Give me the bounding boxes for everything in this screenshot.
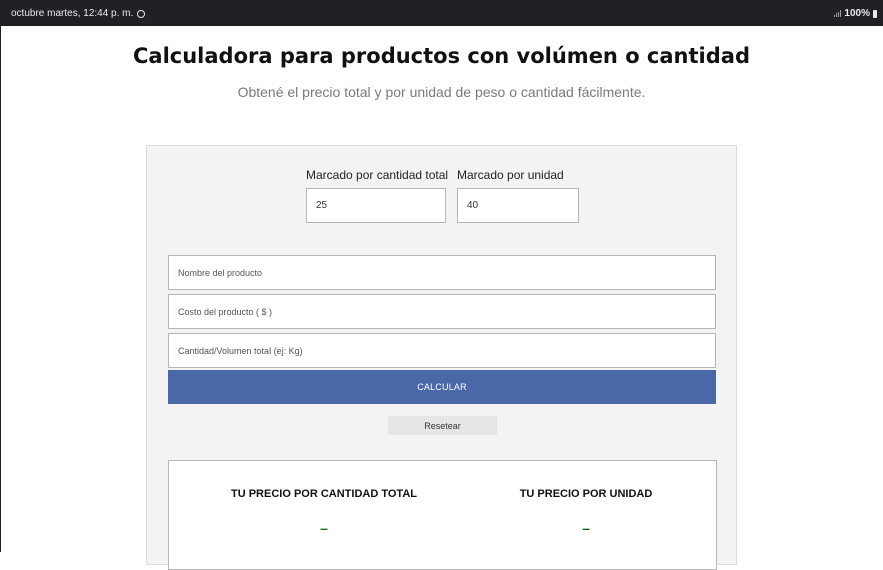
calculate-button[interactable]: CALCULAR <box>168 370 716 404</box>
result-total-heading: TU PRECIO POR CANTIDAD TOTAL <box>231 488 417 500</box>
status-bar: octubre martes, 12:44 p. m. 100% <box>0 0 883 26</box>
reset-button[interactable]: Resetear <box>388 416 497 435</box>
signal-icon <box>834 10 842 17</box>
product-cost-input[interactable] <box>168 294 716 329</box>
markup-total-input[interactable] <box>306 188 446 223</box>
markup-unit-label: Marcado por unidad <box>457 168 564 182</box>
markup-unit-group: Marcado por unidad <box>457 168 579 223</box>
results-panel <box>168 460 717 570</box>
quantity-input[interactable] <box>168 333 716 368</box>
battery-percent: 100% <box>844 8 870 19</box>
result-unit-heading: TU PRECIO POR UNIDAD <box>519 488 653 500</box>
battery-icon <box>873 9 877 18</box>
product-name-input[interactable] <box>168 255 716 290</box>
status-right: 100% <box>834 8 877 19</box>
page-title: Calculadora para productos con volúmen o… <box>133 44 750 68</box>
whatsapp-icon <box>137 9 146 18</box>
status-datetime: octubre martes, 12:44 p. m. <box>11 8 134 19</box>
markup-total-label: Marcado por cantidad total <box>306 168 449 182</box>
status-left: octubre martes, 12:44 p. m. <box>11 8 146 19</box>
markup-total-group: Marcado por cantidad total <box>306 168 448 223</box>
result-total-value: – <box>320 520 328 536</box>
markup-unit-input[interactable] <box>457 188 579 223</box>
page-subtitle: Obtené el precio total y por unidad de p… <box>237 84 646 100</box>
page-edge <box>0 26 1 552</box>
result-unit-value: – <box>582 520 590 536</box>
